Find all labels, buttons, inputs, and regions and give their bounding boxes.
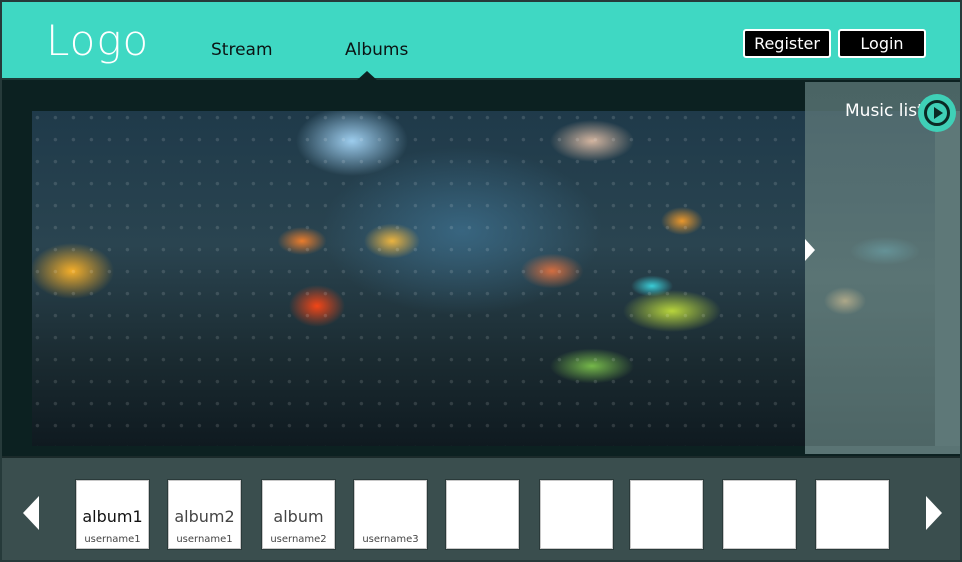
album-tile[interactable]: album username2 xyxy=(262,480,335,549)
main-area: Music list xyxy=(2,80,960,456)
music-list-play-button[interactable] xyxy=(918,94,956,132)
scroll-right-arrow-icon[interactable] xyxy=(926,496,942,530)
header: Logo Stream Albums Register Login xyxy=(2,2,960,81)
album-tile[interactable] xyxy=(816,480,889,549)
album-title: album2 xyxy=(174,507,235,526)
album-tile[interactable]: album1 username1 xyxy=(76,480,149,549)
panel-edge xyxy=(935,111,960,446)
album-username: username2 xyxy=(270,534,327,545)
album-strip: album1 username1 album2 username1 album … xyxy=(2,456,960,560)
nav-stream[interactable]: Stream xyxy=(211,40,273,60)
album-tile[interactable] xyxy=(446,480,519,549)
album-username: username3 xyxy=(362,534,419,545)
music-list-label[interactable]: Music list xyxy=(845,101,924,121)
album-tile[interactable] xyxy=(540,480,613,549)
play-circle-icon xyxy=(924,100,950,126)
album-username: username1 xyxy=(176,534,233,545)
album-username: username1 xyxy=(84,534,141,545)
album-tile[interactable] xyxy=(723,480,796,549)
register-button[interactable]: Register xyxy=(743,29,831,58)
logo[interactable]: Logo xyxy=(46,16,149,65)
next-slide-preview[interactable] xyxy=(805,111,935,446)
next-slide-arrow-icon[interactable] xyxy=(805,239,815,261)
album-tile[interactable]: album2 username1 xyxy=(168,480,241,549)
album-title: album1 xyxy=(82,507,143,526)
album-tile[interactable]: username3 xyxy=(354,480,427,549)
music-list-panel xyxy=(805,82,960,454)
album-tile[interactable] xyxy=(630,480,703,549)
nav-albums[interactable]: Albums xyxy=(345,40,408,60)
app-frame: Logo Stream Albums Register Login Music … xyxy=(0,0,962,562)
rain-texture xyxy=(32,111,805,446)
scroll-left-arrow-icon[interactable] xyxy=(23,496,39,530)
login-button[interactable]: Login xyxy=(838,29,926,58)
hero-image xyxy=(32,111,805,446)
album-title: album xyxy=(273,507,324,526)
